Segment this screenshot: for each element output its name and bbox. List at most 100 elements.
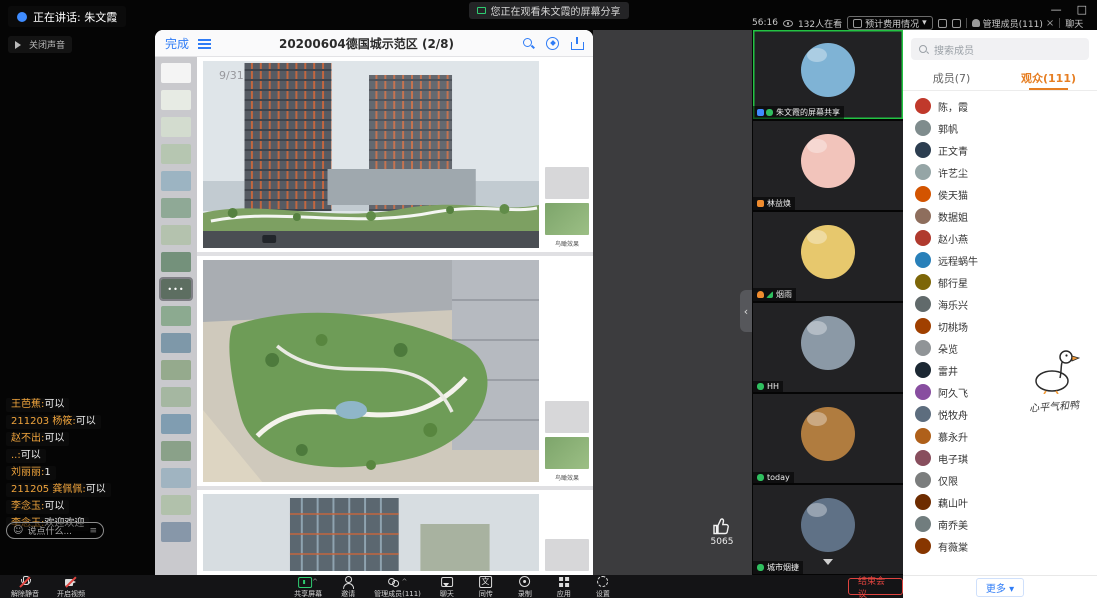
member-row[interactable]: 正文青 (903, 139, 1097, 161)
more-dots-icon (161, 63, 191, 83)
member-row[interactable]: 藕山叶 (903, 491, 1097, 513)
page-thumbnail[interactable] (161, 198, 191, 218)
page-thumbnail[interactable] (161, 468, 191, 488)
page-thumbnail[interactable] (161, 495, 191, 515)
divider (966, 18, 967, 28)
collapse-videos-handle[interactable]: ‹ (740, 290, 752, 332)
search-icon[interactable] (522, 37, 535, 50)
chat-overlay: 王芭蕉 可以 211203 杨筱 可以 赵不出 可以 .. 可以 (6, 398, 111, 531)
video-tile[interactable]: HH (753, 303, 903, 392)
chat-input-handle-icon[interactable]: ≡ (89, 526, 97, 536)
member-row[interactable]: 陈，霞 (903, 95, 1097, 117)
share-screen-icon (298, 576, 311, 588)
toolbar-item[interactable]: 同传 (473, 576, 499, 598)
chat-text: 可以 (86, 484, 106, 496)
avatar (801, 407, 855, 461)
like-widget[interactable]: 5065 (702, 516, 742, 547)
members-icon (972, 19, 980, 27)
member-row[interactable]: 远程蜗牛 (903, 249, 1097, 271)
unmute-button[interactable]: 解除静音 (6, 576, 44, 598)
sticker-caption: 心平气和鸭 (1014, 395, 1095, 416)
member-row[interactable]: 郁行星 (903, 271, 1097, 293)
done-button[interactable]: 完成 (165, 35, 189, 52)
page-thumbnail[interactable] (161, 414, 191, 434)
toolbar-item[interactable]: 录制 (512, 576, 538, 598)
chat-sender: 刘丽丽 (11, 467, 44, 479)
toolbar-item[interactable]: ^ 管理成员(111) (374, 576, 421, 598)
page-thumbnail[interactable] (161, 252, 191, 272)
chat-text: 可以 (21, 450, 41, 462)
emoji-icon[interactable]: ☺ (13, 526, 23, 536)
toolbar-item[interactable]: 聊天 (434, 576, 460, 598)
page-thumbnail[interactable] (161, 441, 191, 461)
toolbar-item[interactable]: 邀请 (335, 576, 361, 598)
navigate-icon[interactable] (546, 37, 559, 50)
panel-tab[interactable]: 观众(111) (1000, 66, 1097, 90)
minimize-button[interactable]: — (1051, 3, 1062, 16)
chat-panel-tab[interactable]: 聊天 (1065, 17, 1083, 30)
member-name: 陈，霞 (938, 99, 968, 114)
toolbar-item-label: 设置 (596, 589, 610, 598)
more-button[interactable]: 更多 ▾ (976, 578, 1024, 597)
page-thumbnail[interactable] (161, 144, 191, 164)
document-pages[interactable]: 9/31 (197, 57, 593, 575)
chat-message: 王芭蕉 可以 (6, 398, 69, 412)
member-row[interactable]: 仅限 (903, 469, 1097, 491)
video-tile[interactable]: 城市烟捷 (753, 485, 903, 574)
video-tile[interactable]: 朱文霞的屏幕共享 (753, 30, 903, 119)
member-row[interactable]: 切桃场 (903, 315, 1097, 337)
toolbar-item[interactable]: ^ 共享屏幕 (294, 576, 322, 598)
member-name: 电子琪 (938, 451, 968, 466)
page-thumbnail[interactable] (161, 387, 191, 407)
member-row[interactable]: 郭帆 (903, 117, 1097, 139)
pdf-page: 鸟瞰效果 (197, 57, 593, 252)
page-thumbnail[interactable]: ••• (161, 279, 191, 299)
video-tile[interactable]: 林益焕 (753, 121, 903, 210)
member-row[interactable]: 慕永升 (903, 425, 1097, 447)
member-row[interactable]: 电子琪 (903, 447, 1097, 469)
thumbs-up-icon (711, 516, 733, 536)
page-thumbnail[interactable] (161, 333, 191, 353)
panel-tab[interactable]: 成员(7) (903, 66, 1000, 90)
member-row[interactable]: 南乔美 (903, 513, 1097, 535)
chat-input[interactable]: ☺ 说点什么... ≡ (6, 522, 104, 539)
share-icon[interactable] (570, 37, 583, 50)
page-thumbnail[interactable] (161, 90, 191, 110)
speaker-avatar-icon (17, 12, 27, 22)
end-meeting-button[interactable]: 结束会议 (848, 578, 903, 595)
outline-icon[interactable] (198, 38, 211, 49)
member-row[interactable]: 赵小燕 (903, 227, 1097, 249)
toolbar-item[interactable]: 应用 (551, 576, 577, 598)
camera-off-icon (65, 576, 78, 588)
sound-tip-badge[interactable]: 关闭声音 (8, 36, 72, 53)
page-thumbnail[interactable] (161, 63, 191, 83)
fullscreen-icon[interactable] (938, 19, 947, 28)
page-thumbnail[interactable] (161, 306, 191, 326)
chat-sender: 李念玉 (11, 501, 44, 513)
chat-sender: .. (11, 450, 21, 462)
page-thumbnail[interactable] (161, 225, 191, 245)
fee-estimate-button[interactable]: 预计费用情况 ▾ (847, 16, 933, 30)
page-thumbnail[interactable] (161, 360, 191, 380)
member-name: 海乐兴 (938, 297, 968, 312)
maximize-button[interactable]: □ (1077, 3, 1087, 16)
participant-name-tag: 烟雨 (753, 288, 796, 301)
member-row[interactable]: 数据姐 (903, 205, 1097, 227)
video-tile[interactable]: today (753, 394, 903, 483)
member-row[interactable]: 侯天猫 (903, 183, 1097, 205)
page-thumbnail[interactable] (161, 117, 191, 137)
member-list[interactable]: 陈，霞 郭帆 正文青 许艺尘 侯 (903, 91, 1097, 575)
member-row[interactable]: 海乐兴 (903, 293, 1097, 315)
member-row[interactable]: 有薇棠 (903, 535, 1097, 557)
video-tile[interactable]: 烟雨 (753, 212, 903, 301)
page-thumbnail[interactable] (161, 171, 191, 191)
close-icon[interactable]: × (1046, 18, 1054, 29)
member-name: 南乔美 (938, 517, 968, 532)
member-row[interactable]: 许艺尘 (903, 161, 1097, 183)
member-search-input[interactable]: 搜索成员 (911, 38, 1089, 60)
toolbar-item[interactable]: 设置 (590, 576, 616, 598)
start-video-button[interactable]: 开启视频 (52, 576, 90, 598)
page-thumbnail[interactable] (161, 522, 191, 542)
layout-icon[interactable] (952, 19, 961, 28)
members-panel-tab[interactable]: 管理成员(111) × (972, 17, 1055, 30)
